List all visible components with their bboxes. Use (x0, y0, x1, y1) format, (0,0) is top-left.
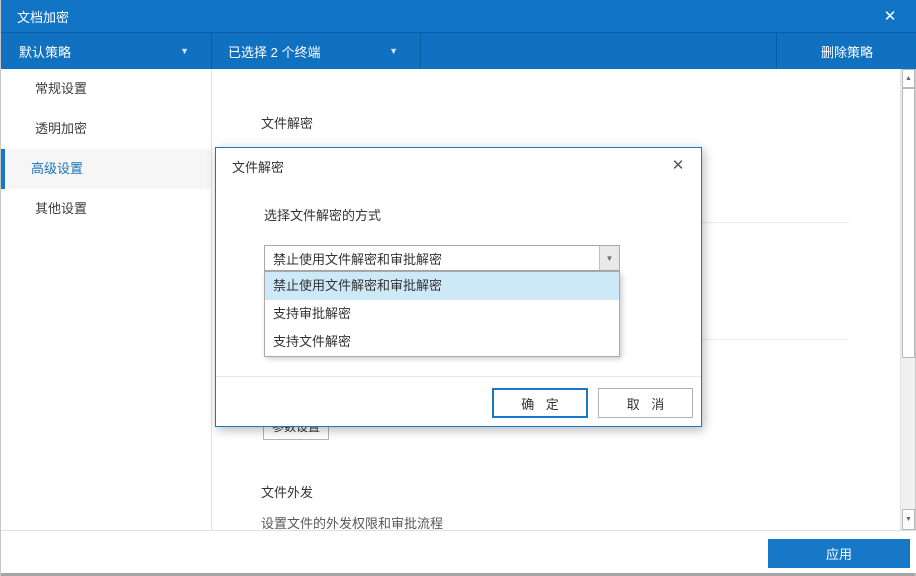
window-title: 文档加密 (17, 7, 879, 26)
vertical-scrollbar: ▲ ▼ (900, 69, 915, 530)
policy-toolbar: 默认策略 ▼ 已选择 2 个终端 ▼ 删除策略 (1, 33, 916, 69)
apply-button[interactable]: 应用 (768, 539, 910, 568)
chevron-down-icon: ▼ (180, 46, 189, 56)
delete-policy-label: 删除策略 (821, 42, 873, 61)
decrypt-mode-selected-value: 禁止使用文件解密和审批解密 (265, 249, 599, 268)
chevron-down-icon: ▼ (389, 46, 398, 56)
toolbar-spacer (421, 33, 777, 69)
file-outgoing-section-title: 文件外发 (261, 482, 313, 501)
sidebar-item-other[interactable]: 其他设置 (1, 189, 211, 229)
app-window: 文档加密 ✕ 默认策略 ▼ 已选择 2 个终端 ▼ 删除策略 常规设置 透明加密… (1, 0, 915, 576)
ok-button[interactable]: 确 定 (492, 388, 588, 418)
file-decrypt-dialog: 文件解密 ✕ 选择文件解密的方式 禁止使用文件解密和审批解密 ▼ 禁止使用文件解… (215, 147, 702, 427)
option-disable-decrypt[interactable]: 禁止使用文件解密和审批解密 (265, 272, 619, 300)
settings-sidebar: 常规设置 透明加密 高级设置 其他设置 (1, 69, 212, 530)
bottom-bar: 应用 (1, 530, 916, 573)
delete-policy-button[interactable]: 删除策略 (777, 33, 916, 69)
decrypt-mode-select[interactable]: 禁止使用文件解密和审批解密 ▼ (264, 245, 620, 271)
dialog-close-icon[interactable]: ✕ (667, 154, 689, 176)
sidebar-item-transparent-encryption[interactable]: 透明加密 (1, 109, 211, 149)
option-file-decrypt[interactable]: 支持文件解密 (265, 328, 619, 356)
window-close-icon[interactable]: ✕ (879, 5, 901, 27)
cancel-button[interactable]: 取 消 (598, 388, 693, 418)
dialog-footer-divider (216, 376, 701, 377)
title-bar: 文档加密 ✕ (1, 0, 916, 33)
sidebar-item-advanced[interactable]: 高级设置 (1, 149, 211, 189)
policy-dropdown[interactable]: 默认策略 ▼ (1, 33, 212, 69)
file-decrypt-section-title: 文件解密 (261, 113, 313, 132)
select-dropdown-icon[interactable]: ▼ (599, 246, 619, 270)
decrypt-mode-label: 选择文件解密的方式 (264, 205, 381, 224)
scroll-down-icon[interactable]: ▼ (902, 509, 915, 530)
terminal-dropdown-label: 已选择 2 个终端 (228, 42, 389, 61)
dialog-title: 文件解密 (232, 157, 284, 176)
scroll-up-icon[interactable]: ▲ (902, 69, 915, 88)
policy-dropdown-label: 默认策略 (19, 42, 180, 61)
option-approval-decrypt[interactable]: 支持审批解密 (265, 300, 619, 328)
scrollbar-thumb[interactable] (902, 88, 915, 358)
terminal-dropdown[interactable]: 已选择 2 个终端 ▼ (212, 33, 421, 69)
sidebar-item-general[interactable]: 常规设置 (1, 69, 211, 109)
decrypt-mode-option-list: 禁止使用文件解密和审批解密 支持审批解密 支持文件解密 (264, 271, 620, 357)
